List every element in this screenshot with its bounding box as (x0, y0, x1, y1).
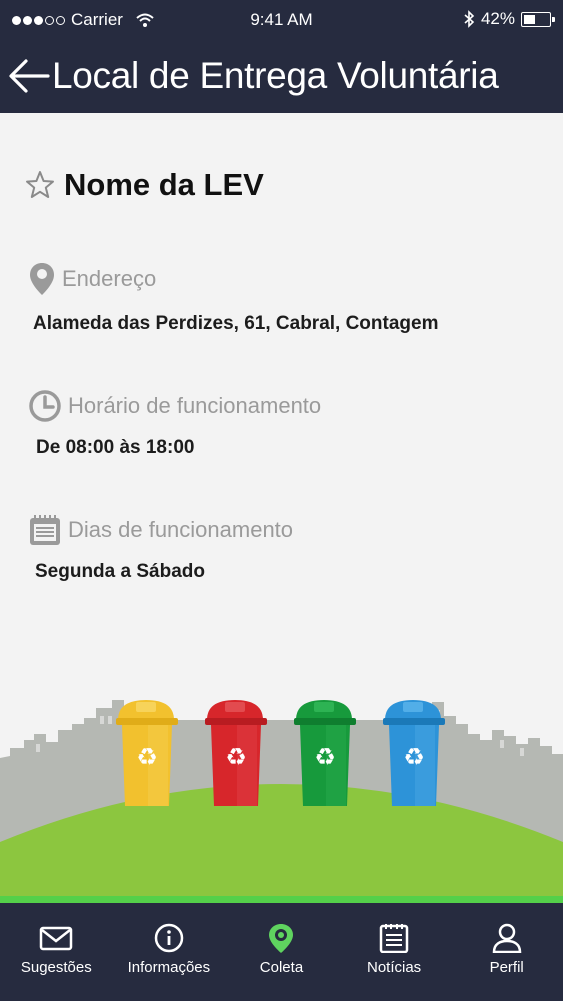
svg-text:♻: ♻ (225, 743, 247, 771)
hours-label: Horário de funcionamento (68, 393, 322, 418)
app-bar: Local de Entrega Voluntária (0, 38, 563, 113)
tab-coleta[interactable]: Coleta (225, 903, 338, 1001)
tab-noticias[interactable]: Notícias (338, 903, 451, 1001)
news-icon (379, 924, 409, 953)
back-button[interactable] (0, 38, 56, 113)
svg-text:♻: ♻ (136, 743, 158, 771)
green-bin: ♻ (294, 700, 356, 806)
bluetooth-icon (464, 10, 475, 28)
address-label: Endereço (62, 266, 157, 291)
days-label: Dias de funcionamento (68, 517, 294, 542)
mail-icon (40, 926, 73, 951)
arrow-left-icon (9, 58, 50, 93)
recycling-illustration: ♻ ♻ ♻ ♻ (0, 700, 563, 903)
clock-icon (29, 390, 61, 422)
address-value: Alameda das Perdizes, 61, Cabral, Contag… (33, 313, 439, 334)
tab-sugestoes[interactable]: Sugestões (0, 903, 113, 1001)
tab-perfil[interactable]: Perfil (450, 903, 563, 1001)
tab-label: Sugestões (20, 959, 92, 976)
calendar-icon (30, 515, 60, 545)
address-section: Endereço Alameda das Perdizes, 61, Cabra… (0, 261, 563, 335)
days-value: Segunda a Sábado (35, 561, 205, 582)
page-title: Local de Entrega Voluntária (52, 54, 499, 96)
tab-informacoes[interactable]: Informações (113, 903, 226, 1001)
lev-name-row: Nome da LEV (24, 167, 264, 203)
status-bar: Carrier 9:41 AM 42% (0, 0, 563, 38)
red-bin: ♻ (205, 700, 267, 806)
bottom-tab-bar: Sugestões Informações Coleta Notícias Pe… (0, 903, 563, 1001)
hours-value: De 08:00 às 18:00 (36, 437, 195, 458)
tab-label: Perfil (489, 959, 524, 976)
blue-bin: ♻ (383, 700, 445, 806)
lev-name: Nome da LEV (64, 167, 264, 202)
star-icon[interactable] (24, 169, 56, 201)
days-section: Dias de funcionamento Segunda a Sábado (0, 513, 563, 583)
yellow-bin: ♻ (116, 700, 178, 806)
tab-label: Coleta (259, 959, 304, 976)
tab-label: Informações (127, 959, 211, 976)
user-icon (492, 923, 521, 953)
svg-text:♻: ♻ (403, 743, 425, 771)
battery-percent: 42% (480, 9, 515, 28)
hours-section: Horário de funcionamento De 08:00 às 18:… (0, 389, 563, 459)
battery-icon (521, 11, 555, 27)
info-icon (154, 923, 184, 953)
map-pin-icon (269, 924, 294, 953)
tab-label: Notícias (366, 959, 422, 976)
svg-text:♻: ♻ (314, 743, 336, 771)
location-pin-icon (30, 263, 54, 295)
